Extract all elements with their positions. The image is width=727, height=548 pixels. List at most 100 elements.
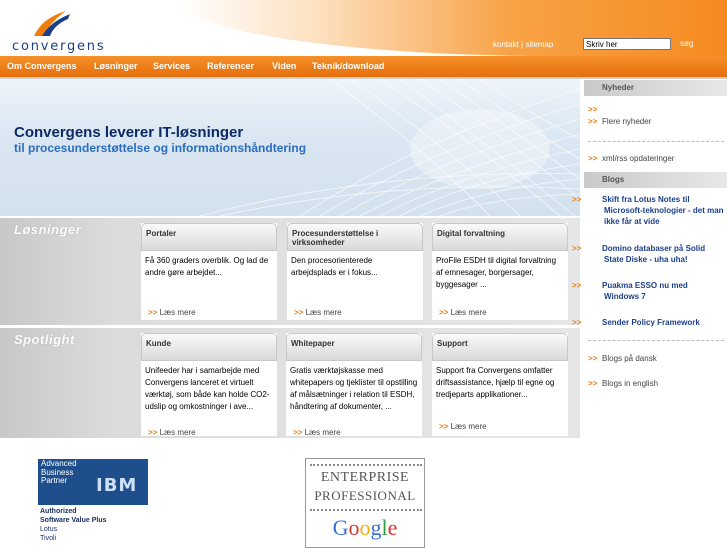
google-logo-text: Google bbox=[332, 515, 398, 540]
card-portaler[interactable]: Portaler Få 360 graders overblik. Og lad… bbox=[141, 223, 277, 320]
more-news-link[interactable]: >> Flere nyheder bbox=[588, 116, 724, 127]
divider bbox=[588, 141, 724, 142]
spotlight-section: Spotlight Kunde Unifeeder har i samarbej… bbox=[0, 328, 580, 438]
caption-line: Lotus bbox=[40, 526, 58, 533]
arrows-icon: >> bbox=[588, 117, 598, 126]
card-kunde[interactable]: Kunde Unifeeder har i samarbejde med Con… bbox=[141, 333, 277, 437]
arrows-icon: >> bbox=[588, 379, 598, 388]
ibm-wordmark: IBM bbox=[96, 475, 138, 496]
nav-item-teknik-download[interactable]: Teknik/download bbox=[312, 61, 384, 71]
read-more-label: Læs mere bbox=[304, 428, 341, 437]
card-body: Gratis værktøjskasse med whitepapers og … bbox=[290, 366, 418, 411]
read-more-link[interactable]: >> Læs mere bbox=[293, 428, 341, 437]
xml-rss-label: xml/rss opdateringer bbox=[602, 154, 675, 163]
hero-subtitle: til procesunderstøttelse og informations… bbox=[14, 141, 307, 155]
blog-link[interactable]: >> Skift fra Lotus Notes til Microsoft-te… bbox=[572, 194, 724, 227]
more-news-label: Flere nyheder bbox=[602, 117, 652, 126]
nav-item-viden[interactable]: Viden bbox=[272, 61, 296, 71]
xml-rss-link[interactable]: >> xml/rss opdateringer bbox=[588, 153, 724, 164]
ibm-partner-logo[interactable]: Advanced Business Partner IBM bbox=[38, 459, 148, 505]
hero-banner: Convergens leverer IT-løsninger til proc… bbox=[0, 79, 580, 216]
nav-item-losninger[interactable]: Løsninger bbox=[94, 61, 138, 71]
read-more-label: Læs mere bbox=[305, 308, 342, 317]
card-body: Få 360 graders overblik. Og lad de andre… bbox=[145, 256, 269, 277]
ibm-line: Partner bbox=[41, 476, 68, 485]
news-arrow: >> bbox=[588, 104, 724, 115]
search-button[interactable]: søg bbox=[680, 39, 693, 48]
main-nav: Om Convergens Løsninger Services Referen… bbox=[0, 56, 727, 77]
arrows-icon: >> bbox=[588, 154, 598, 163]
arrows-icon: >> bbox=[294, 308, 304, 317]
ibm-partner-text: Advanced Business Partner bbox=[41, 459, 77, 486]
caption-line: Software Value Plus bbox=[40, 517, 107, 524]
arrows-icon: >> bbox=[439, 422, 449, 431]
blog-link[interactable]: >> Domino databaser på Solid State Diske … bbox=[572, 243, 724, 265]
read-more-link[interactable]: >> Læs mere bbox=[439, 308, 487, 317]
google-wordmark: Google bbox=[306, 515, 424, 541]
arrows-icon: >> bbox=[572, 318, 582, 327]
card-digital-forvaltning[interactable]: Digital forvaltning ProFile ESDH til dig… bbox=[432, 223, 568, 320]
header: convergens kontakt | sitemap søg bbox=[0, 0, 727, 56]
caption-line: Authorized bbox=[40, 508, 77, 515]
blog-link[interactable]: >> Puakma ESSO nu med Windows 7 bbox=[572, 280, 724, 302]
read-more-link[interactable]: >> Læs mere bbox=[148, 428, 196, 437]
blogs-danish-label: Blogs på dansk bbox=[602, 354, 657, 363]
dotted-rule bbox=[310, 464, 422, 466]
card-title: Digital forvaltning bbox=[432, 223, 568, 251]
top-links[interactable]: kontakt | sitemap bbox=[493, 40, 553, 49]
read-more-link[interactable]: >> Læs mere bbox=[439, 422, 487, 431]
card-title: Procesunderstøttelse i virksomheder bbox=[287, 223, 423, 251]
read-more-label: Læs mere bbox=[450, 422, 487, 431]
card-body: Support fra Convergens omfatter driftsas… bbox=[436, 366, 555, 399]
blog-title: Skift fra Lotus Notes til Microsoft-tekn… bbox=[602, 195, 724, 226]
card-title: Kunde bbox=[141, 333, 277, 361]
card-support[interactable]: Support Support fra Convergens omfatter … bbox=[432, 333, 568, 436]
dotted-rule bbox=[310, 509, 422, 511]
blog-title: Domino databaser på Solid State Diske - … bbox=[602, 244, 706, 264]
nav-item-om-convergens[interactable]: Om Convergens bbox=[7, 61, 77, 71]
read-more-label: Læs mere bbox=[450, 308, 487, 317]
arrows-icon: >> bbox=[572, 195, 582, 204]
read-more-link[interactable]: >> Læs mere bbox=[294, 308, 342, 317]
arrows-icon: >> bbox=[148, 308, 158, 317]
read-more-link[interactable]: >> Læs mere bbox=[148, 308, 196, 317]
arrows-icon: >> bbox=[293, 428, 303, 437]
ibm-caption: Authorized Software Value Plus Lotus Tiv… bbox=[40, 507, 107, 543]
google-enterprise-badge[interactable]: ENTERPRISE PROFESSIONAL Google bbox=[305, 458, 425, 548]
search-input[interactable] bbox=[583, 38, 671, 50]
arrows-icon: >> bbox=[588, 354, 598, 363]
blog-title: Sender Policy Framework bbox=[602, 318, 700, 327]
logo-text: convergens bbox=[12, 39, 106, 54]
badge-line-1: ENTERPRISE bbox=[320, 470, 410, 485]
read-more-label: Læs mere bbox=[159, 428, 196, 437]
losninger-label: Løsninger bbox=[14, 222, 82, 237]
hero-title: Convergens leverer IT-løsninger bbox=[14, 124, 244, 141]
divider bbox=[588, 340, 724, 341]
arrows-icon: >> bbox=[148, 428, 158, 437]
convergens-logo[interactable]: convergens bbox=[10, 6, 104, 54]
blogs-danish-link[interactable]: >> Blogs på dansk bbox=[588, 353, 724, 364]
card-body: ProFile ESDH til digital forvaltning af … bbox=[436, 256, 557, 289]
nav-item-referencer[interactable]: Referencer bbox=[207, 61, 254, 71]
logo-mark-icon bbox=[34, 11, 70, 36]
arrows-icon: >> bbox=[439, 308, 449, 317]
blogs-heading: Blogs bbox=[584, 172, 727, 188]
blogs-english-label: Blogs in english bbox=[602, 379, 659, 388]
arrows-icon: >> bbox=[572, 244, 582, 253]
read-more-label: Læs mere bbox=[159, 308, 196, 317]
card-whitepaper[interactable]: Whitepaper Gratis værktøjskasse med whit… bbox=[286, 333, 422, 437]
card-body: Den procesorienterede arbejdsplads er i … bbox=[291, 256, 378, 277]
badge-line-2: PROFESSIONAL bbox=[314, 488, 416, 503]
spotlight-label: Spotlight bbox=[14, 332, 75, 347]
nav-item-services[interactable]: Services bbox=[153, 61, 190, 71]
card-title: Whitepaper bbox=[286, 333, 422, 361]
arrows-icon: >> bbox=[588, 105, 598, 114]
card-procesunderstottelse[interactable]: Procesunderstøttelse i virksomheder Den … bbox=[287, 223, 423, 320]
card-title: Portaler bbox=[141, 223, 277, 251]
sidebar: Nyheder >> >> Flere nyheder >> xml/rss opd… bbox=[572, 79, 727, 409]
card-title: Support bbox=[432, 333, 568, 361]
blogs-english-link[interactable]: >> Blogs in english bbox=[588, 378, 724, 389]
blog-link[interactable]: >> Sender Policy Framework bbox=[572, 317, 724, 328]
blog-title: Puakma ESSO nu med Windows 7 bbox=[602, 281, 688, 301]
arrows-icon: >> bbox=[572, 281, 582, 290]
